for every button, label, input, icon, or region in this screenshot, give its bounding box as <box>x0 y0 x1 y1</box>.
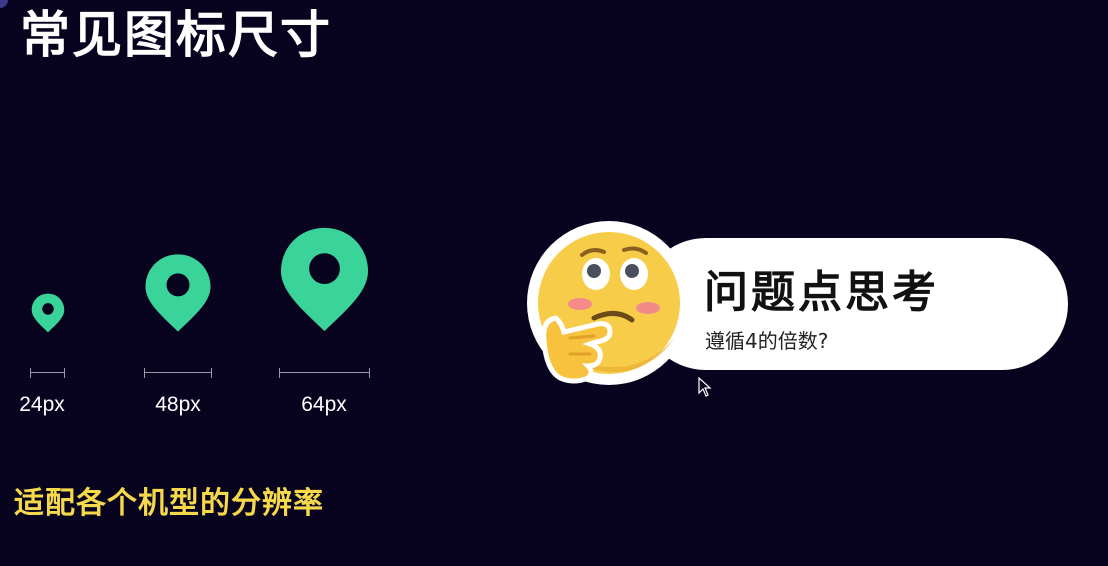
size-label-48: 48px <box>155 393 201 416</box>
size-measure-48 <box>144 368 212 378</box>
callout-title: 问题点思考 <box>704 267 939 318</box>
size-measure-64 <box>279 368 370 378</box>
size-measure-24 <box>30 368 65 378</box>
corner-dot-decoration <box>0 0 8 8</box>
location-pin-icon-large <box>280 227 369 332</box>
mouse-cursor-icon <box>698 377 712 397</box>
slide-subtitle: 适配各个机型的分辨率 <box>14 486 324 521</box>
size-label-64: 64px <box>301 393 347 416</box>
thinking-face-emoji-icon <box>527 221 691 385</box>
location-pin-icon-small <box>31 293 65 333</box>
location-pin-icon-medium <box>145 254 211 332</box>
slide-title: 常见图标尺寸 <box>20 6 332 64</box>
callout-text: 遵循4的倍数? <box>705 329 829 353</box>
size-label-24: 24px <box>19 393 65 416</box>
